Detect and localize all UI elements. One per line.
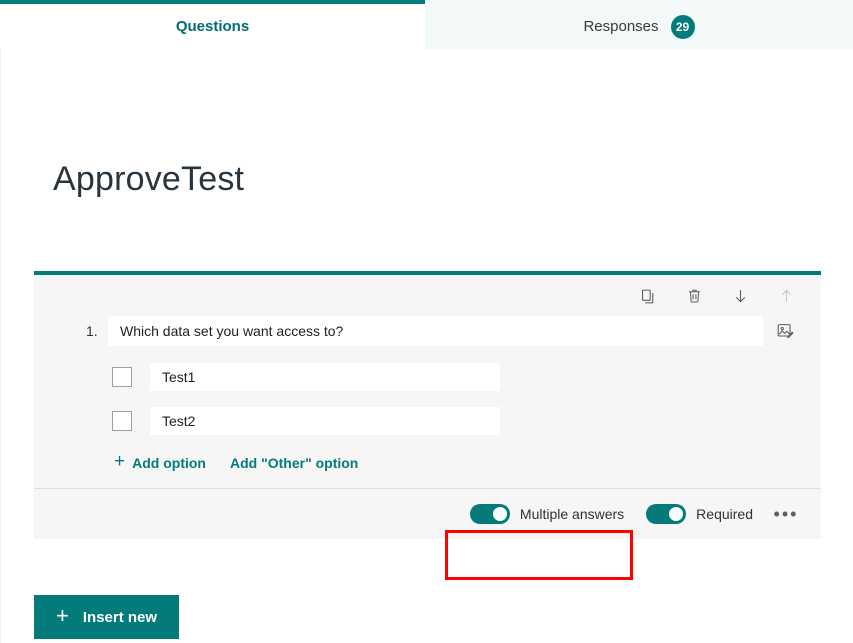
add-other-option-label: Add "Other" option — [229, 454, 359, 471]
tab-questions[interactable]: Questions — [0, 0, 425, 49]
tab-strip: Questions Responses 29 — [0, 0, 853, 49]
insert-image-icon[interactable] — [769, 315, 801, 347]
required-label: Required — [696, 506, 753, 522]
tab-responses[interactable]: Responses 29 — [425, 0, 853, 49]
insert-new-label: Insert new — [82, 608, 158, 626]
multiple-answers-toggle[interactable] — [469, 504, 510, 524]
required-group: Required — [646, 504, 753, 524]
option-row: Test1 — [34, 363, 821, 391]
delete-icon[interactable] — [679, 281, 709, 311]
option-checkbox[interactable] — [112, 367, 132, 387]
option-text-input[interactable]: Test1 — [150, 363, 500, 391]
question-row: 1. Which data set you want access to? — [34, 315, 821, 347]
add-option-label: Add option — [132, 454, 206, 471]
question-card: 1. Which data set you want access to? Te… — [34, 271, 821, 539]
copy-icon[interactable] — [633, 281, 663, 311]
tab-responses-label: Responses — [583, 18, 659, 35]
option-row: Test2 — [34, 407, 821, 435]
required-toggle[interactable] — [646, 504, 687, 524]
question-card-footer: Multiple answers Required ••• — [34, 488, 821, 539]
multiple-answers-label: Multiple answers — [519, 506, 625, 522]
form-title[interactable]: ApproveTest — [53, 159, 244, 200]
toggle-knob — [669, 507, 684, 521]
plus-icon: + — [114, 451, 126, 472]
responses-count-badge: 29 — [670, 14, 695, 39]
question-number: 1. — [86, 323, 98, 339]
insert-new-button[interactable]: + Insert new — [34, 595, 180, 639]
toggle-knob — [492, 507, 507, 521]
more-options-icon[interactable]: ••• — [769, 499, 803, 529]
add-option-button[interactable]: + Add option — [114, 451, 206, 472]
question-toolbar — [34, 275, 821, 311]
question-text-input[interactable]: Which data set you want access to? — [108, 316, 763, 346]
option-checkbox[interactable] — [112, 411, 132, 431]
move-down-icon[interactable] — [725, 281, 755, 311]
tab-questions-label: Questions — [175, 18, 250, 35]
add-option-row: + Add option Add "Other" option — [34, 451, 821, 488]
form-canvas: ApproveTest 1. Which data set you want a… — [0, 49, 853, 643]
move-up-icon — [771, 281, 801, 311]
option-text-input[interactable]: Test2 — [150, 407, 500, 435]
plus-icon: + — [56, 603, 69, 628]
multiple-answers-group: Multiple answers — [469, 504, 625, 524]
add-other-option-button[interactable]: Add "Other" option — [230, 455, 358, 471]
